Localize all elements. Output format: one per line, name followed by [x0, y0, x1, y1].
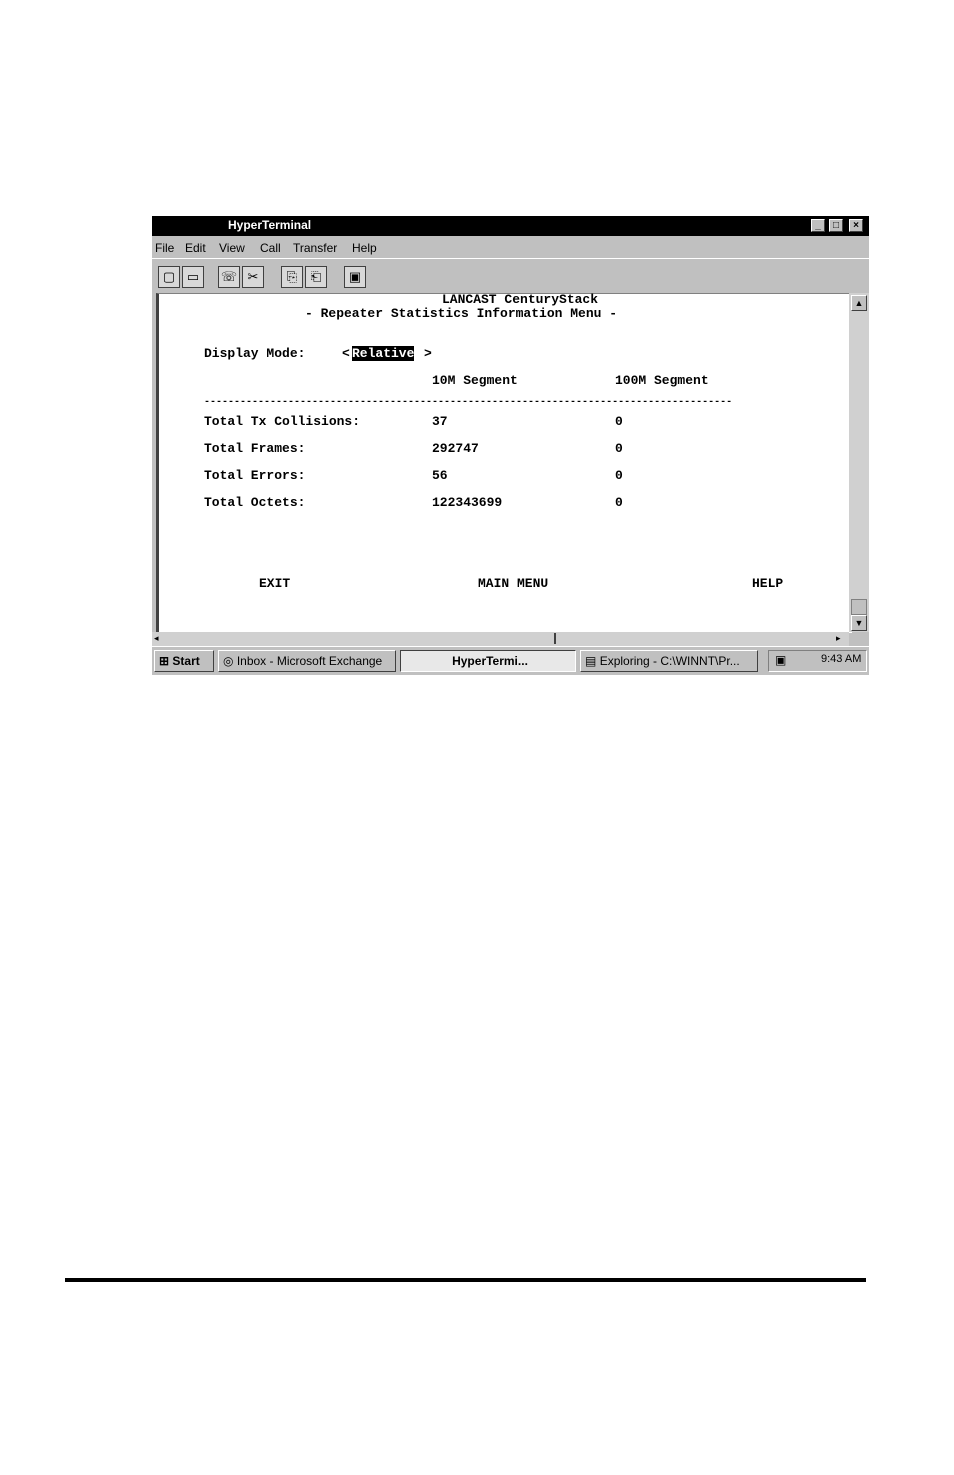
display-mode-close: >: [424, 346, 432, 361]
row-label: Total Frames:: [204, 441, 306, 456]
taskbar: ⊞ Start ◎ Inbox - Microsoft Exchange Hyp…: [152, 646, 869, 675]
display-mode-open: <: [342, 346, 350, 361]
row-label: Total Errors:: [204, 468, 306, 483]
help-option[interactable]: HELP: [752, 576, 783, 591]
page-rule: [65, 1278, 866, 1282]
task-hyperterminal[interactable]: HyperTermi...: [400, 650, 576, 672]
divider-line: ----------------------------------------…: [204, 397, 733, 408]
vertical-scrollbar[interactable]: ▲ ▼: [849, 293, 869, 632]
row-value-10m: 292747: [432, 441, 479, 456]
column-100m: 100M Segment: [615, 373, 709, 388]
terminal-screen[interactable]: LANCAST CenturyStack - Repeater Statisti…: [156, 292, 852, 633]
row-value-10m: 56: [432, 468, 448, 483]
row-label: Total Tx Collisions:: [204, 414, 361, 429]
scroll-up-icon[interactable]: ▲: [851, 295, 867, 311]
open-icon[interactable]: ▭: [182, 266, 204, 288]
send-icon[interactable]: ⎘: [281, 266, 303, 288]
task-label: Inbox - Microsoft Exchange: [236, 654, 383, 668]
column-10m: 10M Segment: [432, 373, 518, 388]
receive-icon[interactable]: ⎗: [305, 266, 327, 288]
task-inbox[interactable]: ◎ Inbox - Microsoft Exchange: [218, 650, 396, 672]
row-value-100m: 0: [615, 495, 623, 510]
exit-option[interactable]: EXIT: [259, 576, 290, 591]
row-value-10m: 122343699: [432, 495, 503, 510]
start-button[interactable]: ⊞ Start: [154, 650, 214, 672]
toolbar: ▢ ▭ ☏ ✂ ⎘ ⎗ ▣: [152, 258, 869, 293]
main-menu-option[interactable]: MAIN MENU: [478, 576, 548, 591]
minimize-button[interactable]: _: [811, 219, 825, 232]
display-mode-label: Display Mode:: [204, 346, 306, 361]
row-label: Total Octets:: [204, 495, 306, 510]
start-label: Start: [172, 654, 200, 668]
row-value-100m: 0: [615, 441, 623, 456]
exchange-icon: ◎: [223, 654, 234, 668]
menu-transfer[interactable]: Transfer: [293, 241, 337, 255]
maximize-button[interactable]: □: [829, 219, 843, 232]
menu-edit[interactable]: Edit: [185, 241, 206, 255]
windows-logo-icon: ⊞: [159, 654, 170, 668]
disconnect-icon[interactable]: ✂: [242, 266, 264, 288]
scroll-thumb-h[interactable]: [554, 633, 556, 644]
system-tray: ▣ 9:43 AM: [768, 650, 867, 672]
scroll-left-icon[interactable]: ◂: [154, 633, 159, 644]
task-exploring[interactable]: ▤ Exploring - C:\WINNT\Pr...: [580, 650, 758, 672]
task-label: Exploring - C:\WINNT\Pr...: [599, 654, 740, 668]
menu-bar: File Edit View Call Transfer Help: [152, 237, 869, 257]
row-value-100m: 0: [615, 414, 623, 429]
menu-view[interactable]: View: [219, 241, 245, 255]
menu-file[interactable]: File: [155, 241, 174, 255]
menu-call[interactable]: Call: [260, 241, 281, 255]
hyperterminal-window: HyperTerminal _ □ × File Edit View Call …: [152, 216, 869, 675]
close-button[interactable]: ×: [849, 219, 863, 232]
row-value-10m: 37: [432, 414, 448, 429]
title-bar[interactable]: HyperTerminal _ □ ×: [152, 216, 869, 236]
scroll-right-icon[interactable]: ▸: [836, 633, 841, 644]
clock[interactable]: 9:43 AM: [821, 653, 861, 665]
horizontal-scrollbar[interactable]: ◂ ▸: [152, 632, 849, 646]
row-value-100m: 0: [615, 468, 623, 483]
properties-icon[interactable]: ▣: [344, 266, 366, 288]
scroll-thumb[interactable]: [851, 599, 867, 615]
network-icon[interactable]: ▣: [775, 653, 786, 667]
new-icon[interactable]: ▢: [158, 266, 180, 288]
display-mode-value[interactable]: Relative: [352, 346, 415, 361]
menu-help[interactable]: Help: [352, 241, 377, 255]
connect-icon[interactable]: ☏: [218, 266, 240, 288]
product-name: LANCAST CenturyStack: [442, 292, 599, 307]
window-title: HyperTerminal: [228, 218, 312, 232]
explorer-icon: ▤: [585, 654, 597, 668]
task-label: HyperTermi...: [452, 654, 528, 668]
scroll-down-icon[interactable]: ▼: [851, 615, 867, 631]
menu-title: - Repeater Statistics Information Menu -: [305, 306, 618, 321]
